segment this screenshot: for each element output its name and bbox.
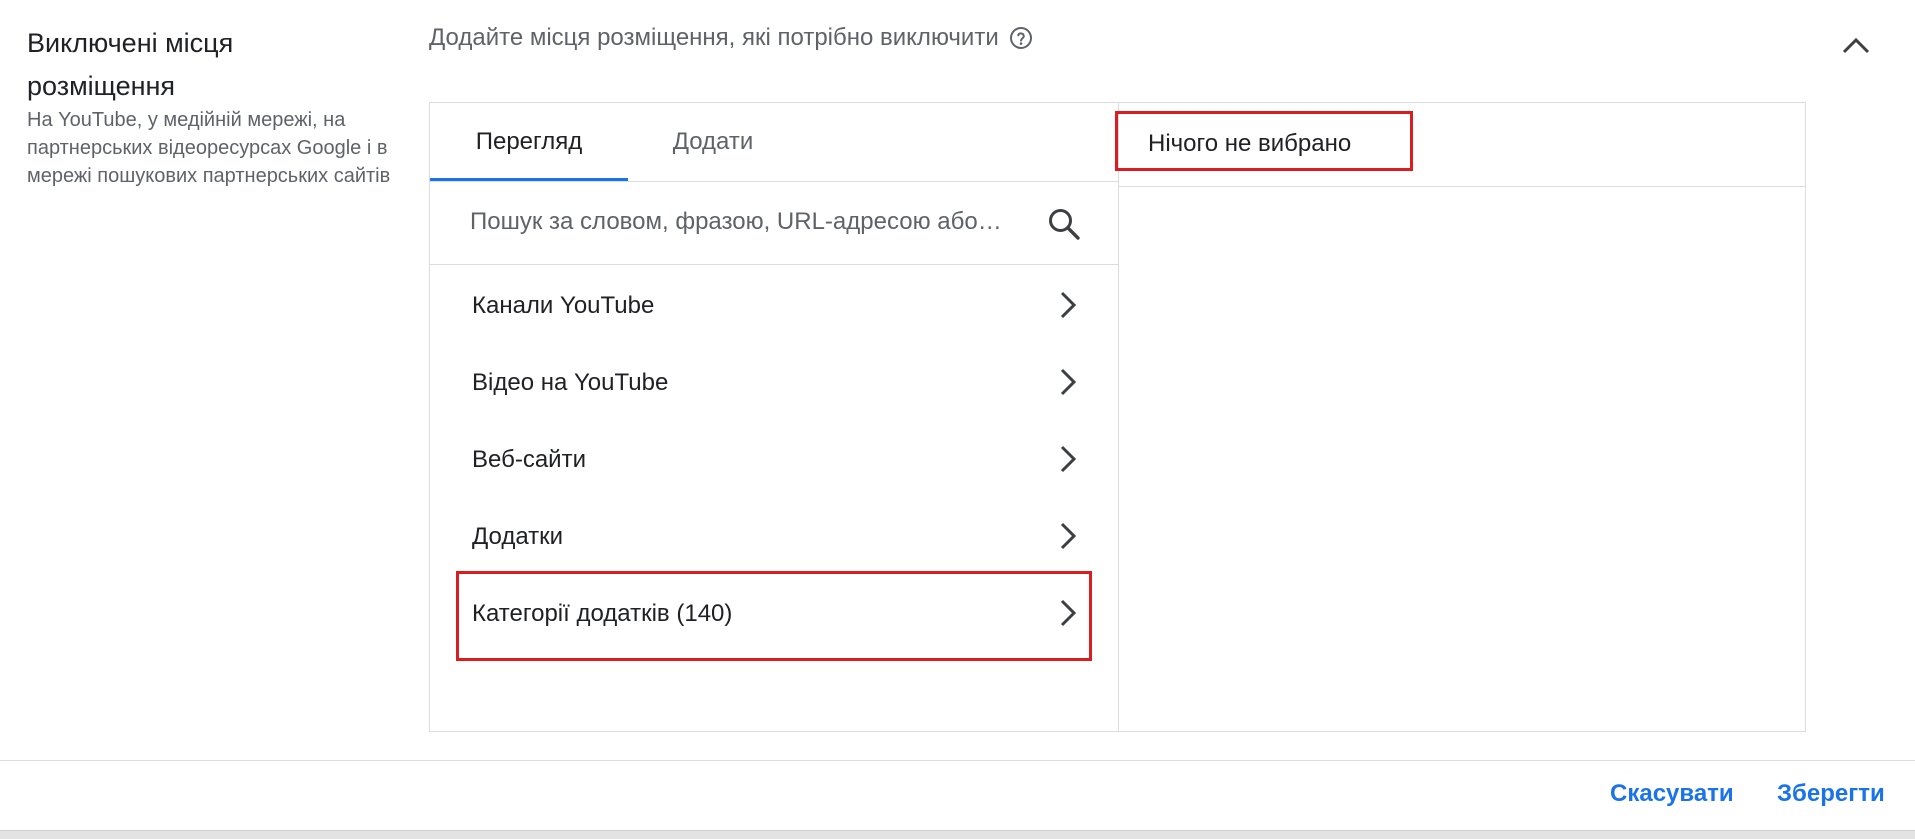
tab-bar: Перегляд Додати xyxy=(430,103,1118,181)
placement-picker-panel: Перегляд Додати Канали YouTube Відео на … xyxy=(429,102,1806,732)
list-item-youtube-channels[interactable]: Канали YouTube xyxy=(430,268,1118,345)
section-description: На YouTube, у медійній мережі, на партне… xyxy=(27,109,391,187)
collapse-button[interactable] xyxy=(1836,26,1876,66)
list-item-label: Додатки xyxy=(472,523,564,550)
section-title: Виключені місця розміщення xyxy=(27,28,234,101)
tab-add[interactable]: Додати xyxy=(628,103,798,181)
footer-divider xyxy=(0,760,1915,761)
help-circle-icon[interactable] xyxy=(1009,26,1033,50)
save-button[interactable]: Зберегти xyxy=(1777,780,1885,808)
header-prompt: Додайте місця розміщення, які потрібно в… xyxy=(429,24,999,51)
list-item-label: Веб-сайти xyxy=(472,446,586,473)
selected-panel-header: Нічого не вибрано xyxy=(1115,103,1806,187)
search-icon[interactable] xyxy=(1046,206,1082,242)
chevron-right-icon xyxy=(1060,522,1077,550)
placements-header: Додайте місця розміщення, які потрібно в… xyxy=(429,24,1033,52)
list-item-apps[interactable]: Додатки xyxy=(430,499,1118,576)
cancel-button[interactable]: Скасувати xyxy=(1610,780,1734,808)
search-input[interactable] xyxy=(470,202,1010,242)
list-item-label: Канали YouTube xyxy=(472,292,655,319)
tab-browse-label: Перегляд xyxy=(475,128,583,155)
list-item-label: Відео на YouTube xyxy=(472,369,669,396)
chevron-right-icon xyxy=(1060,291,1077,319)
chevron-up-icon xyxy=(1842,37,1870,54)
search-row xyxy=(430,181,1118,265)
tab-add-label: Додати xyxy=(672,128,754,155)
tab-browse[interactable]: Перегляд xyxy=(430,103,628,181)
list-item-youtube-videos[interactable]: Відео на YouTube xyxy=(430,345,1118,422)
chevron-right-icon xyxy=(1060,368,1077,396)
list-item-websites[interactable]: Веб-сайти xyxy=(430,422,1118,499)
panel-divider xyxy=(1118,103,1119,731)
highlight-nothing-selected xyxy=(1115,111,1413,171)
chevron-right-icon xyxy=(1060,445,1077,473)
highlight-app-categories xyxy=(456,571,1092,661)
